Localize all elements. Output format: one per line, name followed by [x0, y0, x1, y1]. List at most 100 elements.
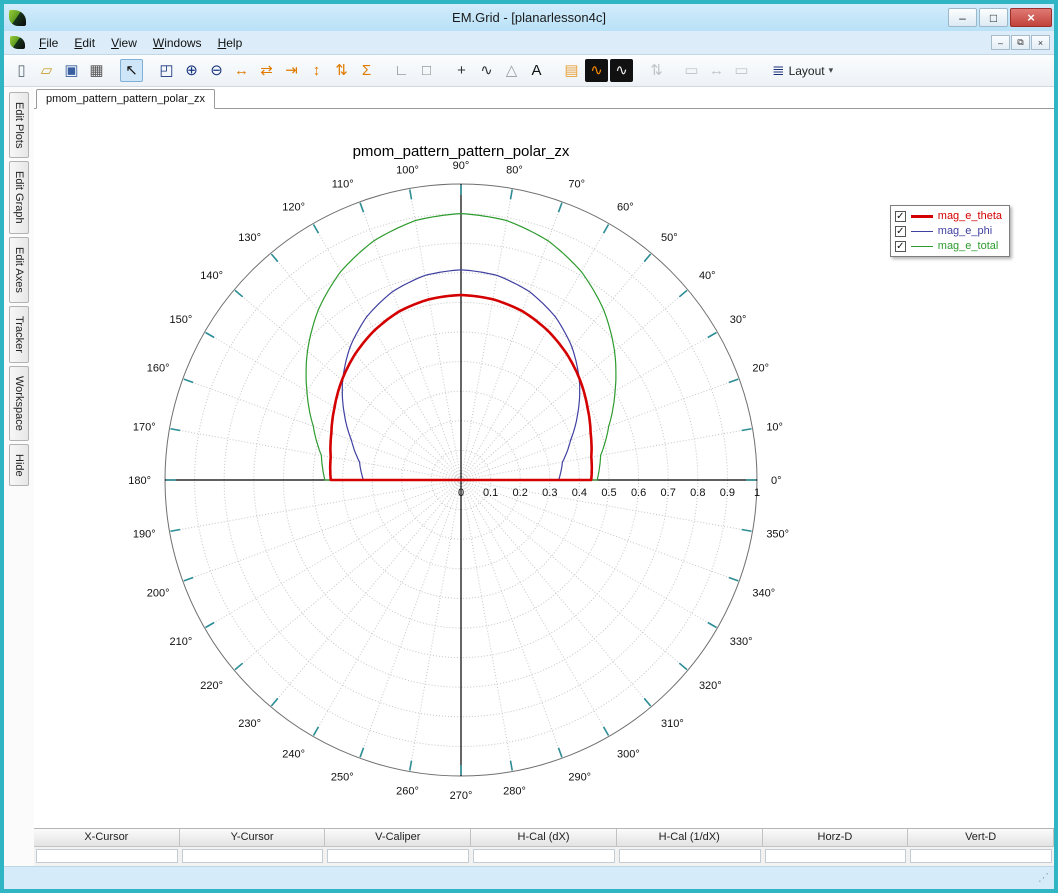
legend-checkbox-mag-e-phi[interactable]: ✓ — [895, 226, 906, 237]
polar-angle-label: 330° — [730, 636, 753, 648]
polar-grid-spoke — [271, 480, 461, 707]
polar-radial-label: 0 — [458, 487, 464, 499]
polar-tick — [558, 748, 561, 757]
side-tab-tracker[interactable]: Tracker — [9, 306, 29, 363]
side-tab-workspace[interactable]: Workspace — [9, 366, 29, 441]
save-button[interactable]: ▣ — [60, 59, 83, 82]
save-icon: ▣ — [64, 63, 78, 78]
polar-grid-spoke — [461, 480, 512, 772]
resize-grip[interactable]: ⋰ — [1038, 873, 1049, 884]
readout-value-h-cal-1-dx — [619, 849, 761, 863]
zoom-in-button[interactable]: ⊕ — [180, 59, 203, 82]
legend-entry-mag-e-total: ✓mag_e_total — [895, 240, 1002, 252]
zoom-window-button[interactable]: ◰ — [155, 59, 178, 82]
pan-horizontal-button: ↔ — [705, 59, 728, 82]
legend-checkbox-mag-e-total[interactable]: ✓ — [895, 241, 906, 252]
close-button[interactable]: × — [1010, 8, 1052, 27]
polar-angle-label: 320° — [699, 680, 722, 692]
box-axes-button[interactable]: □ — [415, 59, 438, 82]
readout-header-h-cal-dx: H-Cal (dX) — [471, 829, 617, 847]
polar-angle-label: 130° — [238, 232, 261, 244]
mdi-restore-button[interactable]: ⧉ — [1011, 35, 1030, 50]
layout-button[interactable]: ≣Layout▾ — [765, 59, 840, 82]
toolbar-separator — [379, 59, 389, 82]
expand-y-button[interactable]: ↕ — [305, 59, 328, 82]
polar-angle-label: 290° — [568, 771, 591, 783]
polar-angle-label: 110° — [332, 179, 354, 191]
document-tab-active[interactable]: pmom_pattern_pattern_polar_zx — [36, 89, 215, 109]
curve-cursor-button[interactable]: ∿ — [475, 59, 498, 82]
polar-grid-spoke — [205, 332, 461, 480]
dark-style-white-icon: ∿ — [615, 63, 628, 78]
readout-header-y-cursor: Y-Cursor — [180, 829, 326, 847]
polar-tick — [679, 663, 687, 669]
polar-grid-spoke — [461, 480, 562, 758]
menu-item-help[interactable]: Help — [210, 33, 251, 53]
polar-angle-label: 190° — [133, 528, 156, 540]
marker-triangle-button[interactable]: △ — [500, 59, 523, 82]
side-tab-hide[interactable]: Hide — [9, 444, 29, 487]
readout-value-vert-d — [910, 849, 1052, 863]
menu-item-view[interactable]: View — [103, 33, 145, 53]
polar-angle-label: 10° — [766, 422, 783, 434]
new-button[interactable]: ▯ — [10, 59, 33, 82]
polar-grid-spoke — [461, 480, 717, 628]
corner-axes-button[interactable]: ∟ — [390, 59, 413, 82]
polar-grid-spoke — [461, 480, 609, 736]
polar-radial-label: 0.9 — [720, 487, 735, 499]
expand-x-button[interactable]: ↔ — [230, 59, 253, 82]
menu-item-file[interactable]: File — [31, 33, 66, 53]
page-style-button[interactable]: ▤ — [560, 59, 583, 82]
polar-radial-label: 0.3 — [542, 487, 557, 499]
fit-x-button[interactable]: ⇥ — [280, 59, 303, 82]
new-icon: ▯ — [17, 63, 25, 78]
side-tab-edit-plots[interactable]: Edit Plots — [9, 92, 29, 158]
mdi-minimize-button[interactable]: – — [991, 35, 1010, 50]
scroll-x-button[interactable]: ⇄ — [255, 59, 278, 82]
readout-value-row — [34, 847, 1054, 866]
scroll-x-icon: ⇄ — [260, 63, 273, 78]
polar-radial-label: 0.7 — [661, 487, 676, 499]
titlebar: EM.Grid - [planarlesson4c] –□× — [4, 4, 1054, 31]
pointer-button[interactable]: ↖ — [120, 59, 143, 82]
mdi-controls: –⧉× — [991, 35, 1050, 50]
menu-item-windows[interactable]: Windows — [145, 33, 210, 53]
marker-triangle-icon: △ — [506, 63, 518, 78]
legend-line-sample — [911, 246, 933, 247]
scroll-y-button[interactable]: ⇅ — [330, 59, 353, 82]
readout-header-x-cursor: X-Cursor — [34, 829, 180, 847]
dark-style-white-button[interactable]: ∿ — [610, 59, 633, 82]
menu-item-edit[interactable]: Edit — [66, 33, 103, 53]
minimize-button[interactable]: – — [948, 8, 977, 27]
polar-angle-label: 270° — [450, 790, 473, 802]
legend-entry-mag-e-theta: ✓mag_e_theta — [895, 210, 1002, 222]
autoscale-button[interactable]: Σ — [355, 59, 378, 82]
fit-vertical-button: ⇅ — [645, 59, 668, 82]
pan-horizontal-icon: ↔ — [709, 63, 724, 78]
print-icon: ▦ — [89, 63, 103, 78]
print-button[interactable]: ▦ — [85, 59, 108, 82]
fit-vertical-icon: ⇅ — [650, 63, 663, 78]
polar-tick — [314, 225, 319, 234]
polar-tick — [708, 333, 717, 338]
dark-style-orange-button[interactable]: ∿ — [585, 59, 608, 82]
menu-items: FileEditViewWindowsHelp — [31, 33, 250, 53]
zoom-out-button[interactable]: ⊖ — [205, 59, 228, 82]
crosshair-button[interactable]: + — [450, 59, 473, 82]
polar-tick — [314, 727, 319, 736]
polar-tick — [206, 333, 215, 338]
side-tab-edit-graph[interactable]: Edit Graph — [9, 161, 29, 234]
polar-angle-label: 350° — [766, 528, 789, 540]
polar-tick — [235, 663, 243, 669]
polar-angle-label: 70° — [568, 179, 585, 191]
open-button[interactable]: ▱ — [35, 59, 58, 82]
legend-checkbox-mag-e-theta[interactable]: ✓ — [895, 211, 906, 222]
text-annotation-button[interactable]: A — [525, 59, 548, 82]
side-tab-edit-axes[interactable]: Edit Axes — [9, 237, 29, 303]
mdi-close-button[interactable]: × — [1031, 35, 1050, 50]
polar-angle-label: 200° — [147, 587, 170, 599]
maximize-button[interactable]: □ — [979, 8, 1008, 27]
polar-angle-label: 250° — [331, 771, 354, 783]
polar-angle-label: 20° — [752, 363, 769, 375]
polar-grid-spoke — [461, 202, 562, 480]
